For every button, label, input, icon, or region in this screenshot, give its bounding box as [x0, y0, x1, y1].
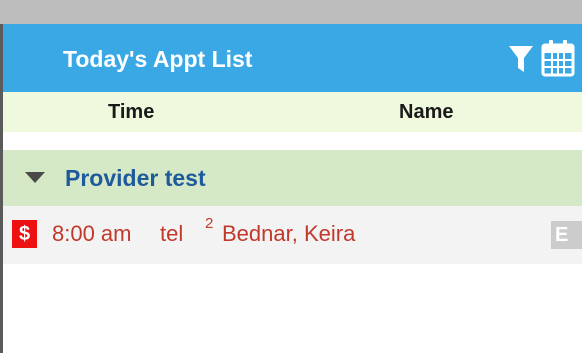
spacer — [3, 132, 582, 150]
calendar-icon[interactable] — [540, 39, 576, 77]
top-strip — [0, 0, 582, 24]
widget-title: Today's Appt List — [63, 46, 253, 72]
filter-icon[interactable] — [508, 44, 534, 74]
status-badge[interactable]: E — [551, 221, 582, 249]
payment-due-badge: $ — [12, 220, 37, 248]
appt-list-widget: Today's Appt List Time Name Provider tes… — [0, 0, 582, 353]
column-header-row: Time Name — [3, 92, 582, 132]
provider-name: Provider test — [65, 165, 206, 191]
appointment-category: tel — [160, 221, 184, 246]
patient-name[interactable]: Bednar, Keira — [222, 222, 355, 246]
widget-header: Today's Appt List — [3, 24, 582, 92]
appointment-row[interactable]: $ 8:00 am tel 2 Bednar, Keira E — [3, 206, 582, 264]
appointment-count: 2 — [205, 215, 214, 232]
appointment-time: 8:00 am — [52, 221, 132, 246]
column-header-name[interactable]: Name — [399, 101, 453, 123]
provider-group-header[interactable]: Provider test — [3, 150, 582, 206]
caret-down-icon[interactable] — [25, 172, 45, 183]
column-header-time[interactable]: Time — [108, 101, 154, 123]
